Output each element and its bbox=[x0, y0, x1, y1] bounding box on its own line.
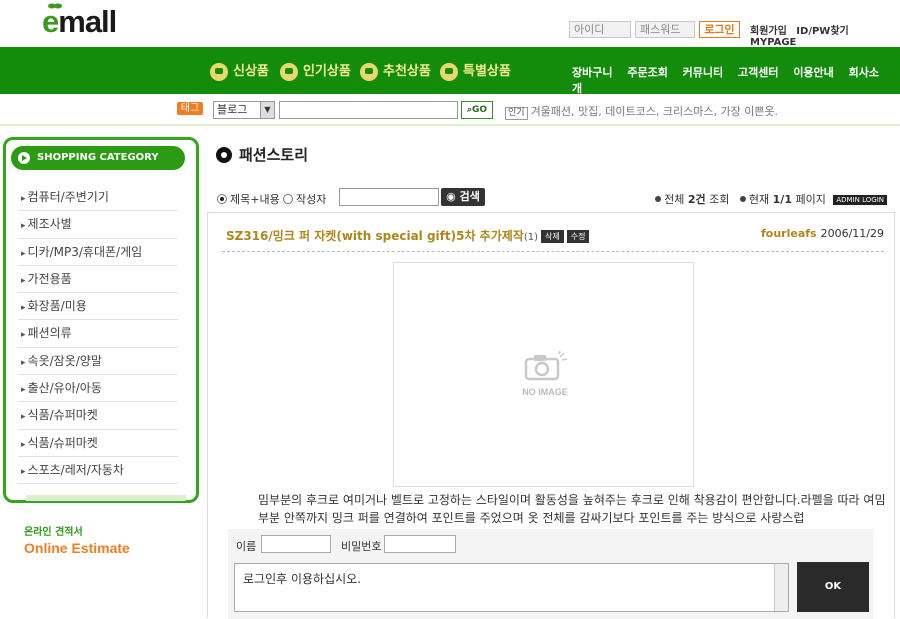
sidebar-footer-strip bbox=[26, 495, 186, 501]
board-search-input[interactable] bbox=[339, 188, 439, 206]
scrollbar[interactable] bbox=[774, 564, 788, 611]
post-date: 2006/11/29 bbox=[820, 227, 884, 240]
nav-new-products[interactable]: 신상품 bbox=[210, 63, 269, 81]
login-id-input[interactable]: 아이디 bbox=[569, 21, 631, 38]
nav-special-products[interactable]: 특별상품 bbox=[440, 63, 511, 81]
nav-popular-products[interactable]: 인기상품 bbox=[280, 63, 351, 81]
top-header: emall 아이디 패스워드 로그인 회원가입 ID/PW찾기 MYPAGE bbox=[0, 0, 900, 48]
post-meta: fourleafs 2006/11/29 bbox=[761, 227, 884, 240]
arrow-circle-icon bbox=[18, 152, 30, 164]
smile-icon bbox=[210, 63, 228, 81]
smile-icon bbox=[360, 63, 378, 81]
login-password-input[interactable]: 패스워드 bbox=[635, 21, 695, 38]
popular-tags: 인기 겨울패션, 맛집, 데이트코스, 크리스마스, 가장 이쁜옷. bbox=[505, 103, 778, 120]
category-item[interactable]: 스포츠/레저/자동차 bbox=[18, 457, 178, 485]
link-find-id-pw[interactable]: ID/PW찾기 bbox=[796, 26, 848, 37]
smile-icon bbox=[280, 63, 298, 81]
tag-label: 태그 bbox=[177, 102, 203, 115]
post-title-link[interactable]: SZ316/밍크 퍼 자켓(with special gift)5차 추가제작 bbox=[226, 229, 524, 243]
category-item[interactable]: 출산/유아/아동 bbox=[18, 375, 178, 403]
shopping-category-header: SHOPPING CATEGORY bbox=[11, 146, 185, 170]
chevron-down-icon: ▼ bbox=[260, 102, 274, 118]
dot-icon bbox=[655, 196, 662, 202]
popular-terms[interactable]: 겨울패션, 맛집, 데이트코스, 크리스마스, 가장 이쁜옷. bbox=[531, 105, 778, 118]
nav-guide[interactable]: 이용안내 bbox=[793, 66, 833, 79]
nav-cart[interactable]: 장바구니 bbox=[572, 66, 612, 79]
category-item[interactable]: 컴퓨터/주변기기 bbox=[18, 184, 178, 212]
post-panel: SZ316/밍크 퍼 자켓(with special gift)5차 추가제작(… bbox=[207, 212, 895, 619]
admin-login-button[interactable]: ADMIN LOGIN bbox=[833, 195, 887, 205]
main-nav-bar: 신상품 인기상품 추천상품 특별상품 장바구니 주문조회 커뮤니티 고객센터 이… bbox=[0, 47, 900, 96]
radio-title-content[interactable]: 제목+내용 bbox=[217, 191, 280, 207]
online-estimate-banner[interactable]: 온라인 견적서 Online Estimate bbox=[24, 523, 130, 556]
name-label: 이름 bbox=[236, 540, 257, 553]
smile-icon bbox=[440, 63, 458, 81]
category-item[interactable]: 가전용품 bbox=[18, 266, 178, 294]
category-item[interactable]: 디카/MP3/휴대폰/게임 bbox=[18, 239, 178, 266]
camera-icon bbox=[524, 350, 568, 381]
search-icon: ◉ bbox=[446, 190, 460, 203]
bullet-icon bbox=[216, 147, 232, 163]
name-input[interactable] bbox=[261, 535, 331, 553]
popular-label: 인기 bbox=[505, 107, 528, 120]
comment-count: (1) bbox=[523, 232, 539, 243]
post-title: SZ316/밍크 퍼 자켓(with special gift)5차 추가제작(… bbox=[226, 227, 590, 244]
post-body: 밈부분의 후크로 여미거나 벨트로 고정하는 스타일이며 활동성을 높혀주는 후… bbox=[258, 493, 886, 525]
post-image: NO IMAGE bbox=[393, 262, 694, 487]
ok-button[interactable]: OK bbox=[797, 562, 869, 612]
category-item[interactable]: 속옷/잠옷/양말 bbox=[18, 348, 178, 376]
link-signup[interactable]: 회원가입 bbox=[750, 26, 787, 37]
radio-unchecked-icon bbox=[283, 194, 293, 204]
top-links: 회원가입 ID/PW찾기 MYPAGE bbox=[750, 22, 900, 48]
post-author[interactable]: fourleafs bbox=[761, 227, 817, 240]
comment-form: 이름 비밀번호 로그인후 이용하십시오. OK bbox=[228, 529, 873, 619]
no-image-placeholder: NO IMAGE bbox=[520, 350, 570, 397]
comment-textarea[interactable]: 로그인후 이용하십시오. bbox=[234, 563, 789, 612]
board-stats: 전체 2건 조회 현재 1/1 페이지 ADMIN LOGIN bbox=[655, 191, 887, 207]
search-type-select[interactable]: 블로그 ▼ bbox=[213, 101, 275, 119]
board-controls: 제목+내용 작성자 ◉ 검색 전체 2건 조회 현재 1/1 페이지 ADMIN… bbox=[217, 187, 887, 207]
password-input[interactable] bbox=[384, 535, 456, 553]
category-list: 컴퓨터/주변기기 제조사별 디카/MP3/휴대폰/게임 가전용품 화장품/미용 … bbox=[18, 184, 178, 485]
delete-button[interactable]: 삭제 bbox=[541, 230, 564, 243]
divider bbox=[222, 251, 884, 252]
login-button[interactable]: 로그인 bbox=[699, 21, 740, 38]
tag-search-bar: 태그 블로그 ▼ ⌕GO 인기 겨울패션, 맛집, 데이트코스, 크리스마스, 가장… bbox=[0, 94, 900, 126]
go-button[interactable]: ⌕GO bbox=[461, 101, 493, 119]
category-item[interactable]: 화장품/미용 bbox=[18, 293, 178, 321]
nav-order-lookup[interactable]: 주문조회 bbox=[627, 66, 667, 79]
emall-logo[interactable]: emall bbox=[42, 3, 117, 40]
dot-icon bbox=[739, 196, 746, 202]
sub-nav: 장바구니 주문조회 커뮤니티 고객센터 이용안내 회사소개 bbox=[572, 64, 900, 96]
category-item[interactable]: 식품/슈퍼마켓 bbox=[18, 402, 178, 430]
page-title: 패션스토리 bbox=[216, 144, 308, 165]
edit-button[interactable]: 수정 bbox=[566, 230, 590, 243]
radio-checked-icon bbox=[217, 194, 227, 204]
nav-customer-center[interactable]: 고객센터 bbox=[738, 66, 778, 79]
board-search-button[interactable]: ◉ 검색 bbox=[441, 188, 485, 206]
tag-search-input[interactable] bbox=[279, 101, 458, 119]
category-item[interactable]: 식품/슈퍼마켓 bbox=[18, 430, 178, 457]
category-item[interactable]: 패션의류 bbox=[18, 320, 178, 348]
category-sidebar: SHOPPING CATEGORY 컴퓨터/주변기기 제조사별 디카/MP3/휴… bbox=[3, 137, 199, 503]
category-item[interactable]: 제조사별 bbox=[18, 211, 178, 239]
nav-community[interactable]: 커뮤니티 bbox=[683, 66, 723, 79]
nav-recommended-products[interactable]: 추천상품 bbox=[360, 63, 431, 81]
password-label: 비밀번호 bbox=[341, 540, 382, 553]
leaf-icon bbox=[48, 3, 62, 9]
radio-author[interactable]: 작성자 bbox=[283, 191, 326, 207]
